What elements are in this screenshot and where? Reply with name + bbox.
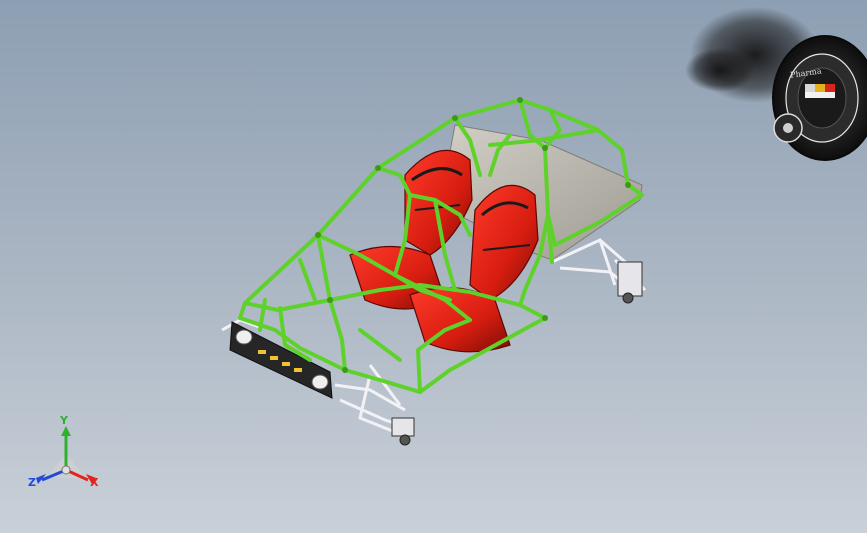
model-scene[interactable]: Pharma	[0, 0, 867, 533]
coordinate-triad: Y X Z	[26, 414, 106, 490]
graphics-viewport[interactable]: Pharma Y X Z	[0, 0, 867, 533]
y-axis-label: Y	[60, 414, 68, 427]
spare-wheel[interactable]: Pharma	[772, 35, 867, 161]
z-axis-label: Z	[28, 476, 36, 489]
x-axis-label: X	[90, 476, 99, 489]
